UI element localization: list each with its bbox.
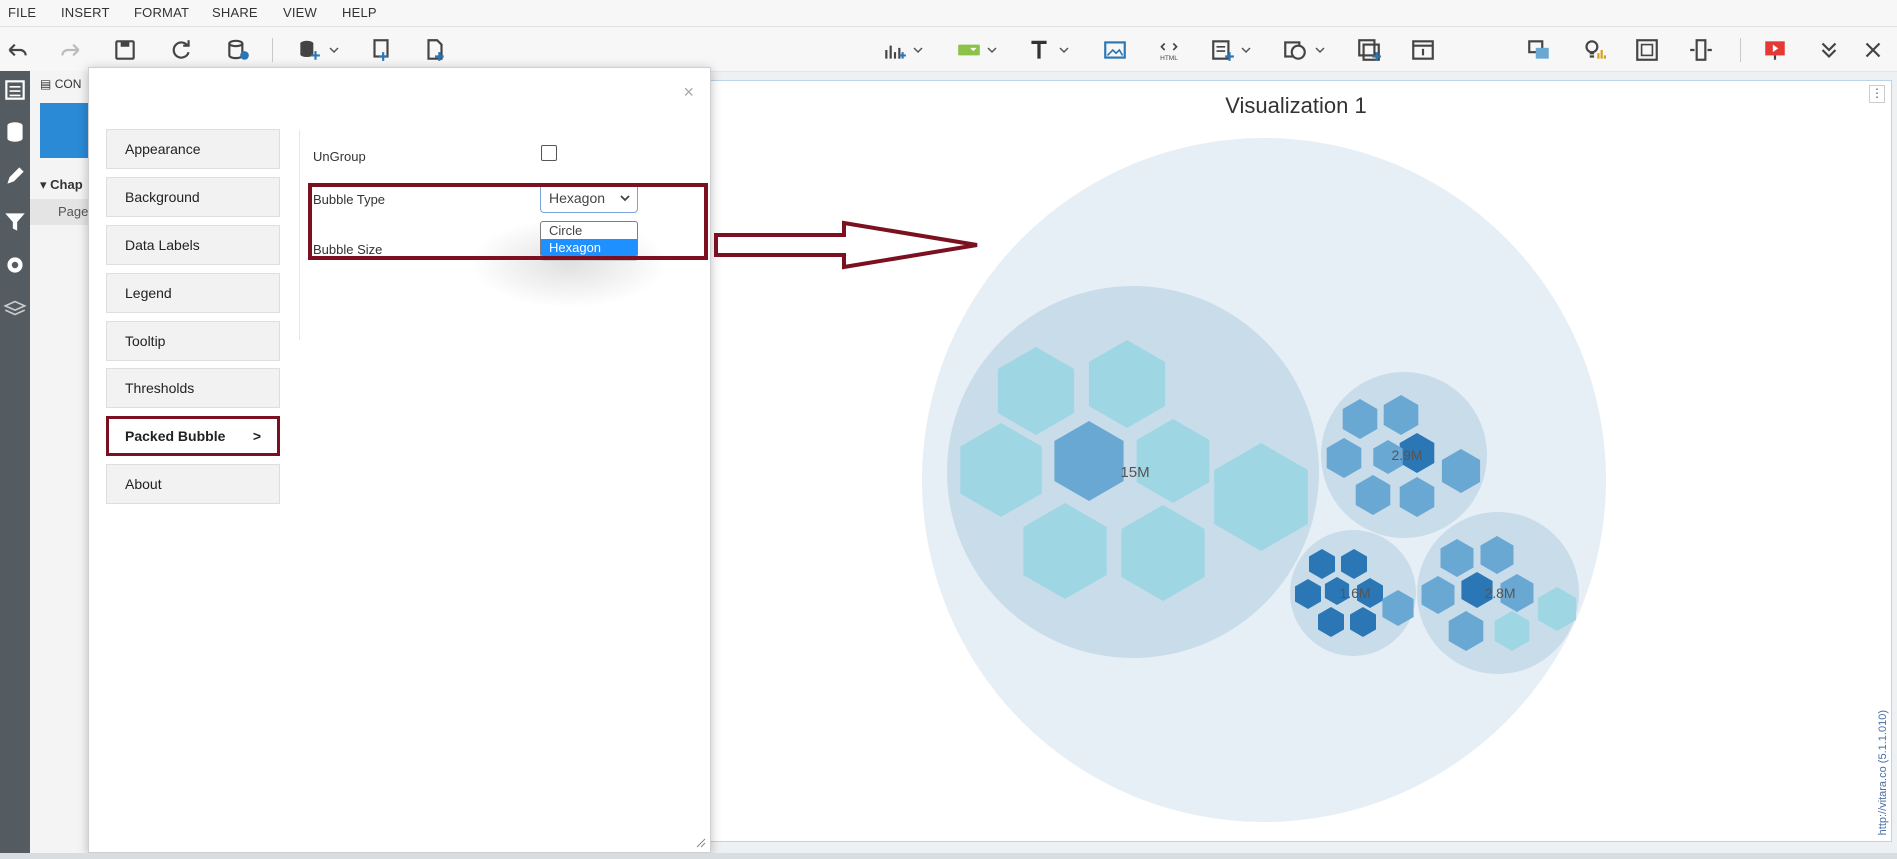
menu-help[interactable]: HELP: [342, 5, 377, 20]
nav-background[interactable]: Background: [106, 177, 280, 217]
add-datasource-icon[interactable]: [296, 37, 322, 63]
chevron-right-icon: >: [252, 428, 261, 444]
ungroup-checkbox[interactable]: [541, 145, 557, 161]
contents-icon: ▤: [40, 77, 52, 91]
chapter-item[interactable]: ▾ Chap: [40, 177, 83, 193]
nav-tooltip[interactable]: Tooltip: [106, 321, 280, 361]
close-icon[interactable]: [1860, 37, 1886, 63]
fit-to-screen-icon[interactable]: [1634, 37, 1660, 63]
nav-packed-bubble-label: Packed Bubble: [125, 428, 226, 444]
insert-info-window-icon[interactable]: [1410, 37, 1436, 63]
nav-appearance[interactable]: Appearance: [106, 129, 280, 169]
chevron-down-icon[interactable]: [1058, 43, 1070, 55]
page-thumbnail[interactable]: [40, 103, 90, 158]
highlight-rectangle: [308, 183, 708, 260]
nav-packed-bubble[interactable]: Packed Bubble >: [106, 416, 280, 456]
bottom-scrollbar: [0, 853, 1897, 859]
insert-shape-icon[interactable]: [1282, 37, 1308, 63]
list-icon[interactable]: [2, 77, 28, 103]
menu-share[interactable]: SHARE: [212, 5, 258, 20]
filter-icon[interactable]: [2, 209, 28, 235]
new-page-icon[interactable]: [422, 37, 448, 63]
insert-panel-icon[interactable]: [1210, 37, 1236, 63]
menu-view[interactable]: VIEW: [283, 5, 317, 20]
chevron-down-icon[interactable]: [328, 43, 340, 55]
annotation-arrow: [714, 220, 978, 270]
insert-container-icon[interactable]: [1356, 37, 1382, 63]
menu-format[interactable]: FORMAT: [134, 5, 189, 20]
contents-header: CON: [54, 77, 82, 91]
insert-text-icon[interactable]: [1026, 37, 1052, 63]
bubble-label-2-9m: 2.9M: [1391, 447, 1422, 463]
toolbar-separator: [272, 38, 273, 62]
insert-html-icon[interactable]: HTML: [1156, 37, 1182, 63]
chevron-down-icon[interactable]: [1240, 43, 1252, 55]
page-item[interactable]: Page: [30, 199, 90, 225]
toolbar: HTML: [0, 27, 1897, 72]
resize-width-icon[interactable]: [1688, 37, 1714, 63]
insights-icon[interactable]: [1580, 37, 1606, 63]
collapse-toolbar-icon[interactable]: [1816, 37, 1842, 63]
present-icon[interactable]: [1762, 37, 1788, 63]
ungroup-label: UnGroup: [313, 149, 366, 164]
svg-text:HTML: HTML: [1160, 55, 1178, 62]
refresh-icon[interactable]: [168, 37, 194, 63]
gear-icon[interactable]: [2, 252, 28, 278]
nav-data-labels[interactable]: Data Labels: [106, 225, 280, 265]
contents-panel: ▤ CON ▾ Chap Page: [30, 71, 91, 859]
nav-divider: [299, 130, 300, 340]
resize-grip-icon[interactable]: [696, 838, 706, 848]
database-icon[interactable]: [2, 119, 28, 145]
chevron-down-icon[interactable]: [1314, 43, 1326, 55]
insert-chart-icon[interactable]: [882, 37, 908, 63]
credit-link[interactable]: http://vitara.co (5.1.1.010): [1877, 710, 1889, 835]
chevron-down-icon[interactable]: [986, 43, 998, 55]
duplicate-page-icon[interactable]: [368, 37, 394, 63]
layers-icon[interactable]: [1526, 37, 1552, 63]
left-rail: [0, 71, 30, 859]
packed-bubble-chart: 15M 2.9M 1.6M 2.8M: [922, 138, 1606, 822]
edit-icon[interactable]: [2, 163, 28, 189]
nav-about[interactable]: About: [106, 464, 280, 504]
close-dialog-button[interactable]: ×: [683, 82, 694, 103]
menu-file[interactable]: FILE: [8, 5, 36, 20]
bubble-label-1-6m: 1.6M: [1339, 585, 1370, 601]
menu-insert[interactable]: INSERT: [61, 5, 110, 20]
redo-icon[interactable]: [58, 37, 84, 63]
bubble-label-15m: 15M: [1120, 464, 1149, 481]
menu-bar: FILE INSERT FORMAT SHARE VIEW HELP: [0, 0, 1897, 27]
chevron-down-icon[interactable]: [912, 43, 924, 55]
save-icon[interactable]: [112, 37, 138, 63]
nav-thresholds[interactable]: Thresholds: [106, 368, 280, 408]
undo-icon[interactable]: [4, 37, 30, 63]
visualization-panel[interactable]: Visualization 1 ⋮ 15M 2.9M 1.6M 2.8M htt…: [700, 80, 1892, 842]
database-info-icon[interactable]: [225, 37, 251, 63]
insert-selector-icon[interactable]: [956, 37, 982, 63]
nav-legend[interactable]: Legend: [106, 273, 280, 313]
layers-stack-icon[interactable]: [2, 295, 28, 321]
insert-image-icon[interactable]: [1102, 37, 1128, 63]
toolbar-separator: [1740, 38, 1741, 62]
bubble-label-2-8m: 2.8M: [1484, 585, 1515, 601]
